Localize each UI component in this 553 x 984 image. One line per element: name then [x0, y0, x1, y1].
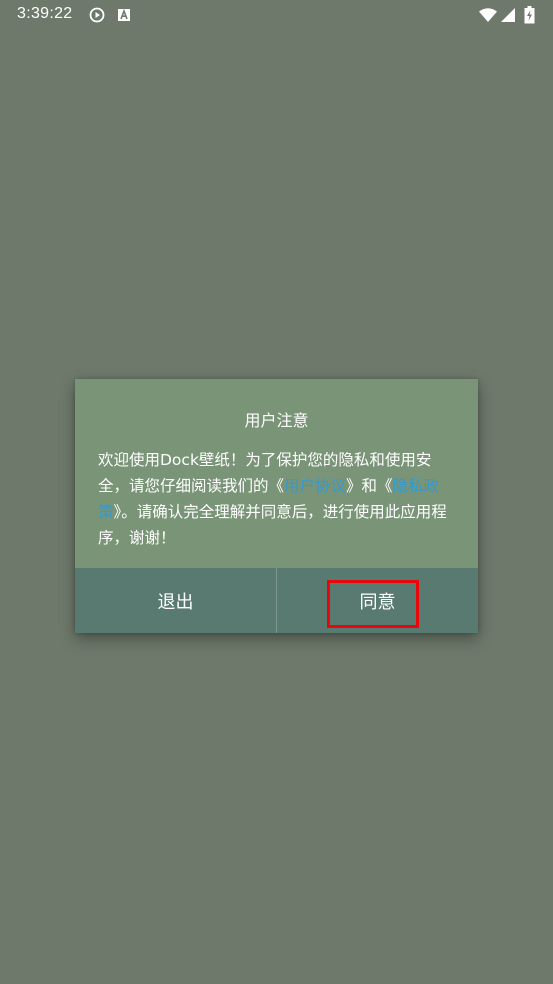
screen: 3:39:22 用户注意 欢迎使用Dock壁纸！为了保护您的隐私和使用安全，请您… — [0, 0, 553, 984]
user-agreement-link[interactable]: 用户协议 — [284, 477, 346, 495]
battery-charging-icon — [524, 6, 535, 24]
a-box-icon — [118, 8, 130, 21]
signal-icon — [501, 8, 515, 22]
status-time: 3:39:22 — [17, 5, 73, 22]
status-bar: 3:39:22 — [0, 0, 553, 32]
dialog-title: 用户注意 — [244, 411, 309, 430]
agree-button-highlight — [327, 580, 419, 628]
dialog-message: 欢迎使用Dock壁纸！为了保护您的隐私和使用安全，请您仔细阅读我们的《用户协议》… — [98, 447, 458, 551]
dialog-message-text-3: 》。请确认完全理解并同意后，进行使用此应用程序，谢谢！ — [98, 503, 447, 547]
play-circle-icon — [89, 7, 105, 23]
wifi-icon — [479, 8, 497, 22]
exit-button[interactable]: 退出 — [75, 568, 276, 633]
dialog-message-text-2: 》和《 — [346, 477, 393, 495]
